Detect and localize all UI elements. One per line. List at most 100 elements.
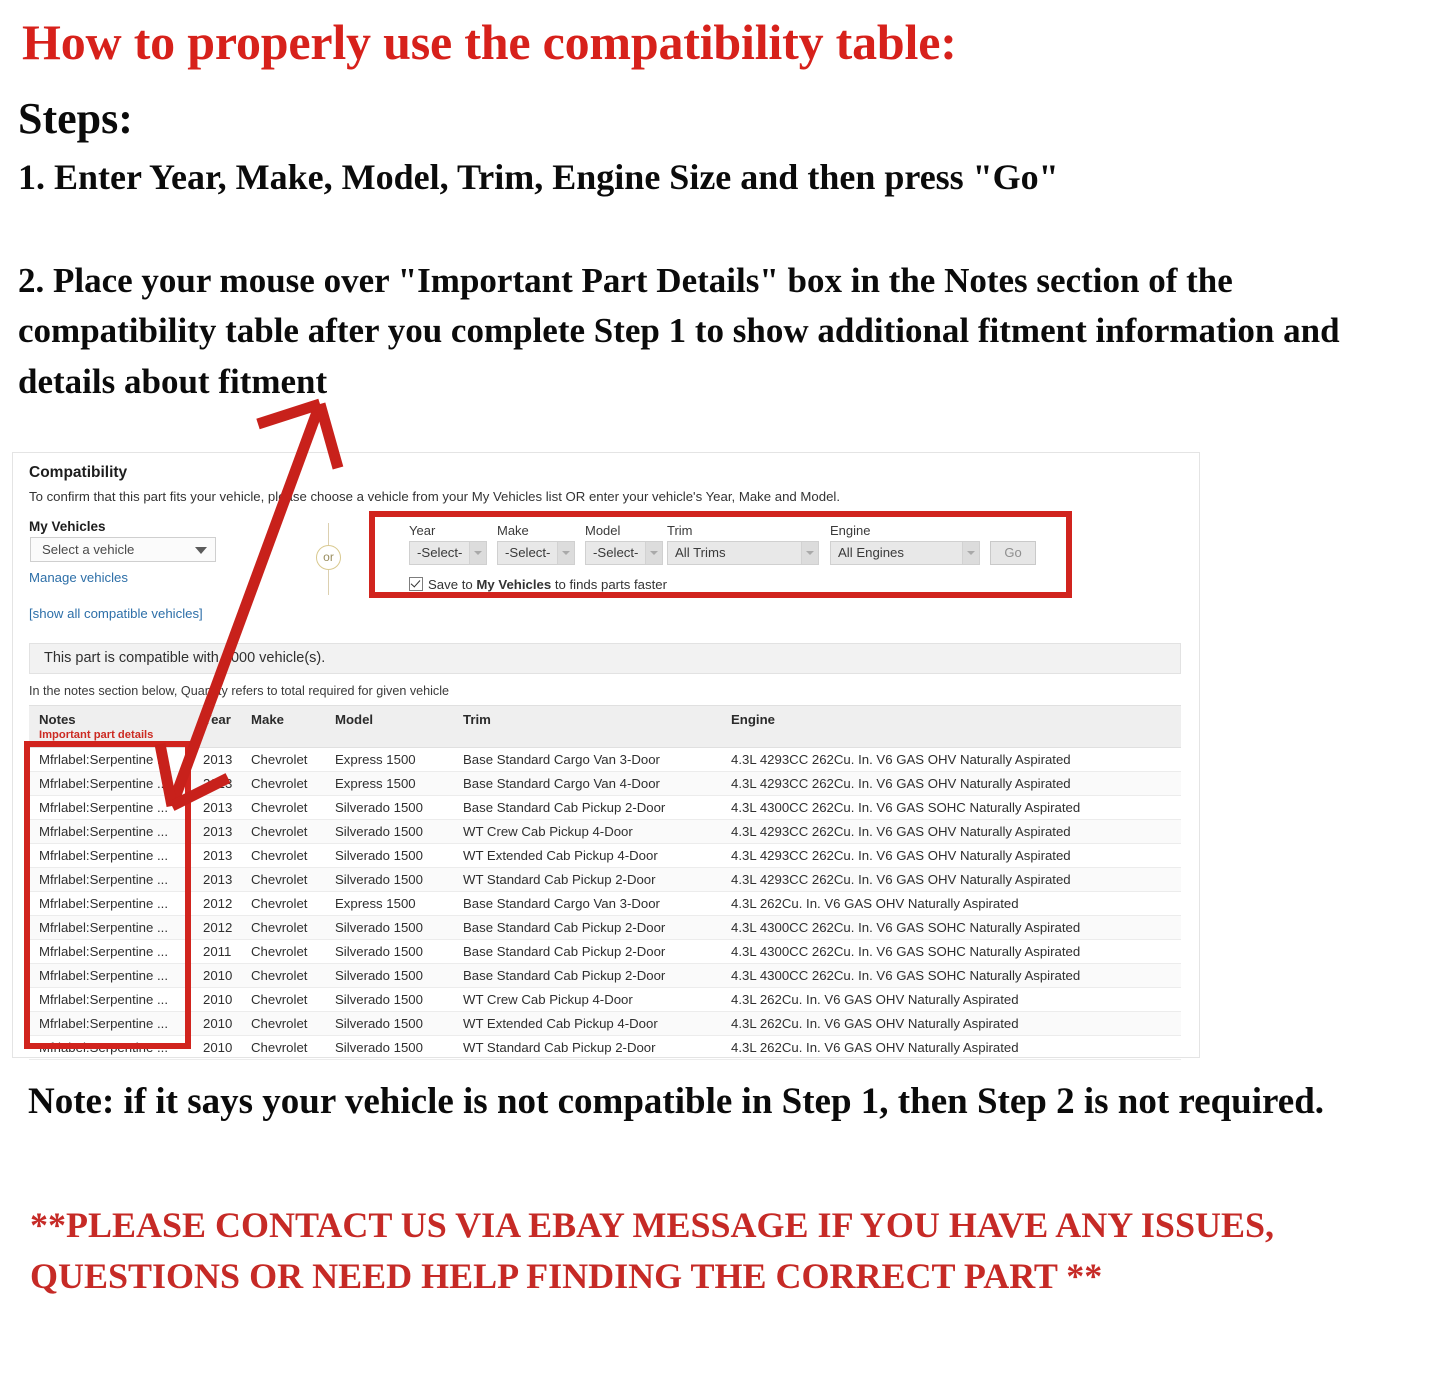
cell-engine: 4.3L 262Cu. In. V6 GAS OHV Naturally Asp… xyxy=(721,891,1181,916)
table-row: Mfrlabel:Serpentine ... 2010 Chevrolet Silv… xyxy=(29,963,1181,988)
cell-engine: 4.3L 4300CC 262Cu. In. V6 GAS SOHC Natur… xyxy=(721,963,1181,988)
cell-model: Express 1500 xyxy=(325,771,453,796)
cell-year: 2013 xyxy=(193,843,241,868)
year-select-value: -Select- xyxy=(417,545,463,560)
fitment-table: Notes Important part details Year Make M… xyxy=(29,705,1181,1060)
save-bold-text: My Vehicles xyxy=(476,577,552,592)
cell-model: Silverado 1500 xyxy=(325,795,453,820)
compatibility-heading: Compatibility xyxy=(29,464,128,481)
column-header-year: Year xyxy=(193,705,241,748)
cell-engine: 4.3L 262Cu. In. V6 GAS OHV Naturally Asp… xyxy=(721,1035,1181,1060)
cell-notes[interactable]: Mfrlabel:Serpentine ... xyxy=(29,843,193,868)
cell-model: Express 1500 xyxy=(325,891,453,916)
cell-year: 2013 xyxy=(193,795,241,820)
table-row: Mfrlabel:Serpentine ... 2010 Chevrolet Silv… xyxy=(29,987,1181,1012)
manage-vehicles-link[interactable]: Manage vehicles xyxy=(29,570,128,585)
engine-select[interactable]: All Engines xyxy=(830,541,980,565)
compatibility-count-text: This part is compatible with 1000 vehicl… xyxy=(44,650,326,666)
cell-make: Chevrolet xyxy=(241,939,325,964)
chevron-down-icon xyxy=(645,542,662,564)
trim-select[interactable]: All Trims xyxy=(667,541,819,565)
table-row: Mfrlabel:Serpentine ... 2010 Chevrolet Silv… xyxy=(29,1011,1181,1036)
or-divider-label: or xyxy=(316,545,341,570)
cell-model: Silverado 1500 xyxy=(325,1011,453,1036)
my-vehicles-label: My Vehicles xyxy=(29,519,106,534)
important-part-details-label[interactable]: Important part details xyxy=(39,729,193,741)
cell-notes[interactable]: Mfrlabel:Serpentine ... xyxy=(29,915,193,940)
table-row: Mfrlabel:Serpentine ... 2013 Chevrolet Expr… xyxy=(29,771,1181,796)
year-select[interactable]: -Select- xyxy=(409,541,487,565)
cell-engine: 4.3L 4293CC 262Cu. In. V6 GAS OHV Natura… xyxy=(721,819,1181,844)
table-row: Mfrlabel:Serpentine ... 2010 Chevrolet Silv… xyxy=(29,1035,1181,1060)
table-row: Mfrlabel:Serpentine ... 2013 Chevrolet Silv… xyxy=(29,867,1181,892)
page-title: How to properly use the compatibility ta… xyxy=(22,14,957,70)
cell-year: 2013 xyxy=(193,747,241,772)
cell-model: Silverado 1500 xyxy=(325,915,453,940)
cell-engine: 4.3L 4300CC 262Cu. In. V6 GAS SOHC Natur… xyxy=(721,795,1181,820)
cell-trim: Base Standard Cab Pickup 2-Door xyxy=(453,963,721,988)
chevron-down-icon xyxy=(962,542,979,564)
cell-year: 2012 xyxy=(193,891,241,916)
cell-notes[interactable]: Mfrlabel:Serpentine ... xyxy=(29,939,193,964)
save-prefix-text: Save to xyxy=(428,577,477,592)
table-row: Mfrlabel:Serpentine ... 2013 Chevrolet Silv… xyxy=(29,843,1181,868)
cell-notes[interactable]: Mfrlabel:Serpentine ... xyxy=(29,891,193,916)
cell-notes[interactable]: Mfrlabel:Serpentine ... xyxy=(29,963,193,988)
cell-make: Chevrolet xyxy=(241,747,325,772)
chevron-down-icon xyxy=(557,542,574,564)
cell-year: 2010 xyxy=(193,963,241,988)
cell-trim: WT Standard Cab Pickup 2-Door xyxy=(453,867,721,892)
model-select-value: -Select- xyxy=(593,545,639,560)
column-header-model: Model xyxy=(325,705,453,748)
save-to-my-vehicles-row[interactable]: Save to My Vehicles to finds parts faste… xyxy=(409,575,667,592)
table-header-row: Notes Important part details Year Make M… xyxy=(29,705,1181,748)
cell-notes[interactable]: Mfrlabel:Serpentine ... xyxy=(29,771,193,796)
cell-trim: WT Crew Cab Pickup 4-Door xyxy=(453,987,721,1012)
table-row: Mfrlabel:Serpentine ... 2011 Chevrolet Silv… xyxy=(29,939,1181,964)
cell-make: Chevrolet xyxy=(241,795,325,820)
cell-trim: WT Extended Cab Pickup 4-Door xyxy=(453,843,721,868)
show-all-compatible-vehicles-link[interactable]: [show all compatible vehicles] xyxy=(29,606,203,621)
cell-engine: 4.3L 262Cu. In. V6 GAS OHV Naturally Asp… xyxy=(721,987,1181,1012)
engine-select-value: All Engines xyxy=(838,545,904,560)
cell-make: Chevrolet xyxy=(241,963,325,988)
or-divider: or xyxy=(316,523,342,595)
column-header-notes: Notes Important part details xyxy=(29,705,193,748)
compatibility-note-text: Note: if it says your vehicle is not com… xyxy=(28,1081,1325,1122)
model-select[interactable]: -Select- xyxy=(585,541,663,565)
cell-model: Silverado 1500 xyxy=(325,939,453,964)
chevron-down-icon xyxy=(801,542,818,564)
cell-year: 2012 xyxy=(193,915,241,940)
step-2-text: 2. Place your mouse over "Important Part… xyxy=(18,261,1340,401)
cell-trim: Base Standard Cab Pickup 2-Door xyxy=(453,915,721,940)
cell-trim: Base Standard Cargo Van 4-Door xyxy=(453,771,721,796)
cell-notes[interactable]: Mfrlabel:Serpentine ... xyxy=(29,795,193,820)
cell-notes[interactable]: Mfrlabel:Serpentine ... xyxy=(29,747,193,772)
cell-year: 2010 xyxy=(193,1035,241,1060)
table-row: Mfrlabel:Serpentine ... 2012 Chevrolet Silv… xyxy=(29,915,1181,940)
trim-select-value: All Trims xyxy=(675,545,726,560)
cell-make: Chevrolet xyxy=(241,1011,325,1036)
cell-trim: WT Crew Cab Pickup 4-Door xyxy=(453,819,721,844)
cell-make: Chevrolet xyxy=(241,771,325,796)
cell-notes[interactable]: Mfrlabel:Serpentine ... xyxy=(29,819,193,844)
cell-trim: Base Standard Cab Pickup 2-Door xyxy=(453,795,721,820)
cell-trim: WT Standard Cab Pickup 2-Door xyxy=(453,1035,721,1060)
column-header-notes-label: Notes xyxy=(39,712,76,727)
table-row: Mfrlabel:Serpentine ... 2012 Chevrolet Expr… xyxy=(29,891,1181,916)
save-to-my-vehicles-checkbox[interactable] xyxy=(409,577,423,591)
go-button[interactable]: Go xyxy=(990,541,1036,565)
chevron-down-icon xyxy=(195,547,207,554)
cell-notes[interactable]: Mfrlabel:Serpentine ... xyxy=(29,1035,193,1060)
cell-year: 2010 xyxy=(193,1011,241,1036)
cell-notes[interactable]: Mfrlabel:Serpentine ... xyxy=(29,1011,193,1036)
cell-make: Chevrolet xyxy=(241,867,325,892)
cell-notes[interactable]: Mfrlabel:Serpentine ... xyxy=(29,867,193,892)
year-label: Year xyxy=(409,523,436,538)
my-vehicles-select[interactable]: Select a vehicle xyxy=(30,537,216,562)
cell-engine: 4.3L 4300CC 262Cu. In. V6 GAS SOHC Natur… xyxy=(721,939,1181,964)
cell-notes[interactable]: Mfrlabel:Serpentine ... xyxy=(29,987,193,1012)
compatibility-count-banner: This part is compatible with 1000 vehicl… xyxy=(29,643,1181,674)
make-select[interactable]: -Select- xyxy=(497,541,575,565)
cell-model: Silverado 1500 xyxy=(325,963,453,988)
